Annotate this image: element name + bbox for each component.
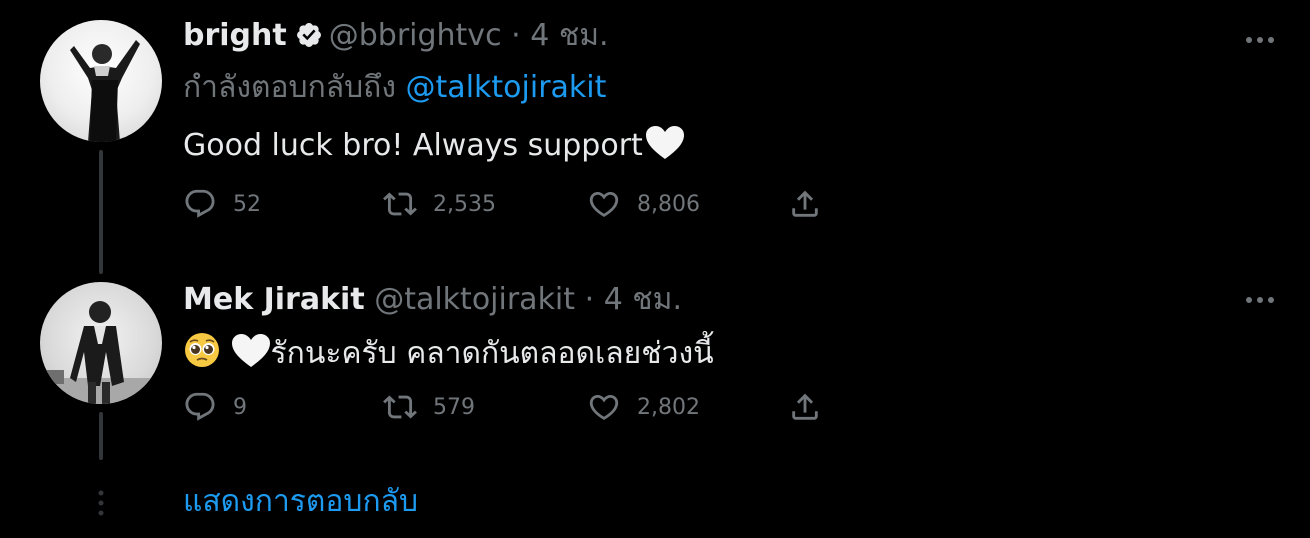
like-count: 8,806 [637, 191, 700, 217]
retweet-count: 2,535 [433, 191, 496, 217]
avatar-mek-jirakit[interactable] [40, 282, 162, 404]
reply-icon [185, 392, 215, 421]
timestamp[interactable]: 4 ชม. [530, 18, 608, 53]
tweet-header: bright @bbrightvc · 4 ชม. [183, 14, 609, 62]
like-count: 2,802 [637, 394, 700, 420]
user-handle[interactable]: @talktojirakit [374, 282, 575, 317]
more-options-button[interactable] [1240, 280, 1280, 320]
reply-count: 9 [233, 394, 247, 420]
replying-to-label: กำลังตอบกลับถึง [183, 70, 396, 105]
tweet-actions: 52 2,535 8,806 [183, 184, 843, 224]
retweet-button[interactable]: 2,535 [383, 184, 496, 224]
mention-link[interactable]: @talktojirakit [406, 70, 607, 105]
like-button[interactable]: 8,806 [587, 184, 700, 224]
reply-icon [185, 189, 215, 218]
display-name[interactable]: Mek Jirakit [183, 282, 365, 317]
separator-dot: · [511, 18, 521, 53]
tweet-text-content: Good luck bro! Always support [183, 128, 643, 163]
retweet-count: 579 [433, 394, 475, 420]
more-options-button[interactable] [1240, 20, 1280, 60]
more-horizontal-icon [1246, 37, 1274, 43]
share-button[interactable] [788, 184, 822, 224]
tweet-text: รักนะครับ คลาดกันตลอดเลยช่วงนี้ [183, 331, 714, 382]
share-icon [792, 393, 818, 420]
avatar-bright[interactable] [40, 20, 162, 142]
replying-to: กำลังตอบกลับถึง @talktojirakit [183, 66, 606, 110]
thread-connector-line [99, 412, 103, 460]
white-heart-icon [231, 333, 271, 382]
tweet-bright[interactable]: bright @bbrightvc · 4 ชม. กำลังตอบกลับถึง… [0, 0, 1310, 275]
tweet-header: Mek Jirakit @talktojirakit · 4 ชม. [183, 278, 682, 322]
reply-button[interactable]: 52 [183, 184, 261, 224]
pleading-face-icon [183, 331, 221, 382]
verified-badge-icon [295, 18, 323, 62]
vertical-dots-icon [97, 490, 105, 520]
tweet-mek-jirakit[interactable]: Mek Jirakit @talktojirakit · 4 ชม. รักนะ… [0, 278, 1310, 478]
tweet-text: Good luck bro! Always support [183, 124, 685, 174]
separator-dot: · [584, 282, 595, 317]
display-name[interactable]: bright [183, 18, 287, 53]
more-horizontal-icon [1246, 297, 1274, 303]
retweet-icon [383, 395, 417, 419]
heart-outline-icon [589, 394, 619, 420]
white-heart-icon [645, 125, 685, 174]
retweet-icon [383, 192, 417, 216]
tweet-actions: 9 579 2,802 [183, 387, 843, 427]
user-handle[interactable]: @bbrightvc [329, 18, 502, 53]
show-replies-row[interactable]: แสดงการตอบกลับ [0, 478, 1310, 528]
avatar-mek-jirakit-image [40, 301, 162, 404]
reply-button[interactable]: 9 [183, 387, 247, 427]
avatar-bright-image [70, 40, 140, 142]
show-replies-link[interactable]: แสดงการตอบกลับ [183, 480, 418, 524]
share-button[interactable] [788, 387, 822, 427]
like-button[interactable]: 2,802 [587, 387, 700, 427]
retweet-button[interactable]: 579 [383, 387, 475, 427]
share-icon [792, 190, 818, 217]
reply-count: 52 [233, 191, 261, 217]
heart-outline-icon [589, 191, 619, 217]
thread-connector-line [99, 150, 103, 274]
tweet-text-content: รักนะครับ คลาดกันตลอดเลยช่วงนี้ [270, 336, 714, 371]
timestamp[interactable]: 4 ชม. [604, 282, 682, 317]
